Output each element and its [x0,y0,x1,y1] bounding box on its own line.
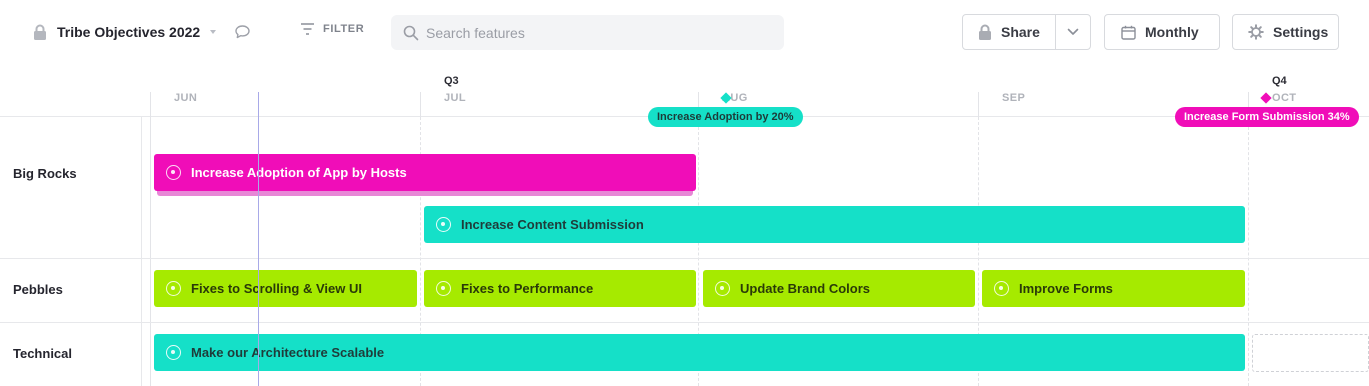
filter-icon [301,23,314,35]
feature-bar-label: Increase Adoption of App by Hosts [191,165,407,180]
lock-icon [34,24,46,40]
feature-bar[interactable]: Make our Architecture Scalable [154,334,1245,371]
feature-bar-label: Increase Content Submission [461,217,644,232]
lane-divider [0,258,1369,259]
month-gridline [150,117,151,386]
settings-button[interactable]: Settings [1232,14,1339,50]
chevron-down-icon [210,30,217,34]
lane-label-technical: Technical [13,346,73,361]
quarter-label: Q4 [1272,75,1287,87]
calendar-icon [1121,25,1136,40]
roadmap-title-selector[interactable]: Tribe Objectives 2022 [32,20,251,44]
feature-bar-label: Make our Architecture Scalable [191,345,385,360]
month-label: JUL [444,92,466,104]
lane-label-big-rocks: Big Rocks [13,166,77,181]
toolbar: Tribe Objectives 2022 FILTER Share [0,0,1369,64]
feature-bar[interactable]: Fixes to Performance [424,270,696,307]
today-marker-line [258,92,259,386]
search-box [391,15,784,50]
comment-icon[interactable] [234,24,251,40]
lane-label-pebbles: Pebbles [13,282,63,297]
feature-bar-label: Fixes to Performance [461,281,594,296]
share-button[interactable]: Share [963,15,1057,49]
feature-bar[interactable]: Increase Adoption of App by Hosts [154,154,696,191]
status-circle-icon [715,281,730,296]
feature-bar-label: Improve Forms [1019,281,1113,296]
chevron-down-icon [1067,28,1079,35]
roadmap-title: Tribe Objectives 2022 [57,24,201,40]
lane-column-divider [141,117,142,386]
month-label: JUN [174,92,198,104]
gear-icon [1248,24,1264,40]
milestone-label[interactable]: Increase Adoption by 20% [648,107,803,127]
empty-bar-placeholder[interactable] [1252,334,1369,372]
status-circle-icon [994,281,1009,296]
status-circle-icon [436,281,451,296]
month-label: SEP [1002,92,1026,104]
milestone-label[interactable]: Increase Form Submission 34% [1175,107,1359,127]
lock-icon [979,24,991,40]
settings-label: Settings [1273,24,1329,40]
monthly-view-button[interactable]: Monthly [1104,14,1220,50]
filter-label: FILTER [323,23,365,35]
lane-divider [0,322,1369,323]
search-input[interactable] [426,24,766,41]
month-tick [150,92,151,117]
filter-button[interactable]: FILTER [300,22,364,36]
status-circle-icon [166,281,181,296]
feature-bar[interactable]: Fixes to Scrolling & View UI [154,270,417,307]
month-gridline [1248,117,1249,386]
month-tick [420,92,421,117]
feature-bar[interactable]: Increase Content Submission [424,206,1245,243]
feature-bar[interactable]: Improve Forms [982,270,1245,307]
feature-bar-label: Update Brand Colors [740,281,871,296]
status-circle-icon [166,345,181,360]
feature-bar-label: Fixes to Scrolling & View UI [191,281,362,296]
feature-bar[interactable]: Update Brand Colors [703,270,975,307]
share-dropdown-button[interactable] [1056,15,1090,49]
status-circle-icon [166,165,181,180]
share-label: Share [1001,24,1040,40]
share-button-group: Share [962,14,1091,50]
quarter-label: Q3 [444,75,459,87]
month-tick [978,92,979,117]
status-circle-icon [436,217,451,232]
month-label: OCT [1272,92,1297,104]
monthly-label: Monthly [1145,24,1199,40]
search-icon [403,25,419,40]
